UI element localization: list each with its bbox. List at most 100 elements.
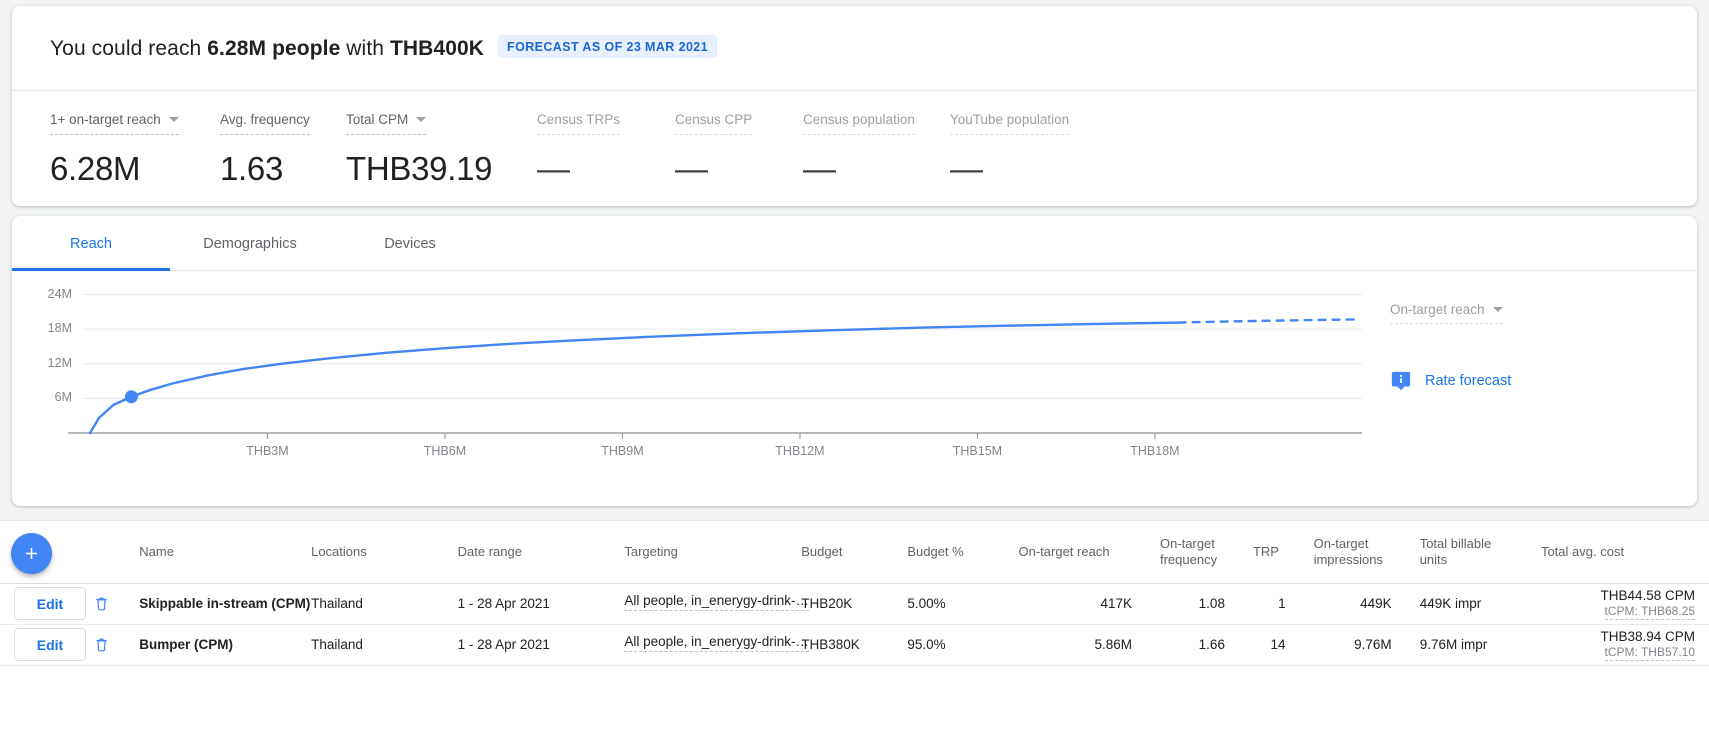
headline-prefix: You could reach <box>50 37 208 60</box>
cell-on-target-reach: 5.86M <box>1004 624 1146 666</box>
chart-tabs: Reach Demographics Devices <box>12 216 1697 271</box>
table-row: Edit Bumper (CPM) Thailand 1 - 28 Apr 2021 A… <box>0 624 1709 666</box>
delete-row-button[interactable] <box>87 589 117 619</box>
cell-budget: THB20K <box>787 583 894 625</box>
metrics-row: 1+ on-target reach 6.28M Avg. frequency 1.6… <box>12 91 1697 187</box>
edit-button-label: Edit <box>36 595 64 612</box>
metric-value: 1.63 <box>220 150 284 187</box>
x-axis-tick-label: THB3M <box>246 444 289 458</box>
reach-planner-page: You could reach 6.28M people with THB400… <box>0 0 1709 731</box>
table-header-row: Name Locations Date range Targeting Budg… <box>0 521 1709 584</box>
metric-label-wrap[interactable]: 1+ on-target reach <box>50 112 179 135</box>
cell-target-cpm: tCPM: THB68.25 <box>1604 603 1695 620</box>
tab-reach-label: Reach <box>70 235 112 252</box>
metric-label: Census TRPs <box>537 112 621 127</box>
edit-button[interactable]: Edit <box>14 628 86 661</box>
headline-budget-value: THB400K <box>389 37 485 60</box>
edit-button-label: Edit <box>36 636 64 653</box>
rate-forecast-label: Rate forecast <box>1425 373 1512 389</box>
col-trp: TRP <box>1238 521 1300 584</box>
col-on-target-impressions: On-target impressions <box>1299 521 1406 584</box>
tab-demographics-label: Demographics <box>203 235 297 252</box>
cell-targeting[interactable]: All people, in_enerygy-drink-… <box>624 593 809 611</box>
chart-metric-select[interactable]: On-target reach <box>1390 302 1503 324</box>
cell-budget: THB380K <box>787 624 894 666</box>
col-budget: Budget <box>787 521 894 584</box>
chevron-down-icon[interactable] <box>416 117 427 122</box>
cell-locations: Thailand <box>297 583 444 625</box>
summary-card: You could reach 6.28M people with THB400… <box>12 6 1697 206</box>
y-axis-tick-label: 18M <box>47 321 72 336</box>
edit-button[interactable]: Edit <box>14 587 86 620</box>
tab-reach[interactable]: Reach <box>12 216 170 271</box>
rate-forecast-button[interactable]: Rate forecast <box>1390 370 1690 392</box>
metric-census-population: Census population — <box>803 111 915 189</box>
metric-census-trps: Census TRPs — <box>537 111 621 189</box>
metric-label: Avg. frequency <box>220 112 310 127</box>
metric-value: — <box>950 150 983 187</box>
line-items-table-panel: Name Locations Date range Targeting Budg… <box>0 520 1709 731</box>
tab-demographics[interactable]: Demographics <box>170 216 330 271</box>
cell-total-avg-cost: THB44.58 CPM <box>1600 587 1695 603</box>
col-on-target-reach: On-target reach <box>1004 521 1146 584</box>
cell-date-range: 1 - 28 Apr 2021 <box>443 583 611 625</box>
metric-value: THB39.19 <box>346 150 493 187</box>
delete-row-button[interactable] <box>87 630 117 660</box>
col-locations: Locations <box>297 521 444 584</box>
metric-label-wrap: YouTube population <box>950 112 1070 135</box>
metric-label: 1+ on-target reach <box>50 112 161 127</box>
headline-middle: with <box>340 37 390 60</box>
cell-budget-pct: 95.0% <box>893 624 1005 666</box>
cell-on-target-impressions: 449K <box>1299 583 1406 625</box>
line-items-table: Name Locations Date range Targeting Budg… <box>0 521 1709 666</box>
trash-icon <box>96 597 108 611</box>
metric-total-cpm[interactable]: Total CPM THB39.19 <box>346 111 492 189</box>
cell-trp: 1 <box>1238 583 1300 625</box>
metric-value: — <box>537 150 570 187</box>
metric-label-wrap[interactable]: Total CPM <box>346 112 427 135</box>
tab-devices-label: Devices <box>384 235 436 252</box>
metric-label-wrap: Census CPP <box>675 112 753 135</box>
table-row: Edit Skippable in-stream (CPM) Thailand 1 -… <box>0 583 1709 625</box>
cell-budget-pct: 5.00% <box>893 583 1005 625</box>
col-total-avg-cost: Total avg. cost <box>1526 521 1709 584</box>
chart-side-panel: On-target reach Rate forecast <box>1390 301 1690 392</box>
col-total-billable-units: Total billable units <box>1405 521 1527 584</box>
x-axis-tick-label: THB12M <box>775 444 825 458</box>
feedback-icon <box>1390 370 1412 392</box>
reach-curve-svg <box>68 294 1362 439</box>
col-name: Name <box>125 521 298 584</box>
metric-value: — <box>675 150 708 187</box>
col-date-range: Date range <box>443 521 611 584</box>
add-line-item-button[interactable] <box>11 533 52 574</box>
reach-curve-chart: 6M 12M 18M 24M THB3M THB6M THB9M THB12M THB15M T… <box>12 271 1697 505</box>
metric-label-wrap: Avg. frequency <box>220 112 310 135</box>
x-axis-tick-label: THB18M <box>1130 444 1180 458</box>
cell-date-range: 1 - 28 Apr 2021 <box>443 624 611 666</box>
cell-targeting[interactable]: All people, in_enerygy-drink-… <box>624 634 809 652</box>
metric-label: Total CPM <box>346 112 409 127</box>
trash-icon <box>96 638 108 652</box>
metric-1-on-target-reach[interactable]: 1+ on-target reach 6.28M <box>50 111 179 189</box>
cell-total-billable-units: 449K impr <box>1405 583 1527 625</box>
metric-value: 6.28M <box>50 150 141 187</box>
col-targeting: Targeting <box>610 521 788 584</box>
metric-label-wrap: Census population <box>803 112 915 135</box>
chart-card: Reach Demographics Devices 6M 12M 18M 24M T… <box>12 216 1697 506</box>
chevron-down-icon <box>1492 307 1503 312</box>
metric-label-wrap: Census TRPs <box>537 112 621 135</box>
cell-name: Bumper (CPM) <box>139 637 234 652</box>
cell-on-target-impressions: 9.76M <box>1299 624 1406 666</box>
y-axis-tick-label: 6M <box>54 390 72 405</box>
x-axis-tick-label: THB15M <box>952 444 1003 458</box>
cell-total-billable-units: 9.76M impr <box>1405 624 1527 666</box>
metric-label: YouTube population <box>950 112 1070 127</box>
metric-label: Census population <box>803 112 915 127</box>
chevron-down-icon[interactable] <box>168 117 179 122</box>
col-budget-pct: Budget % <box>893 521 1005 584</box>
cell-trp: 14 <box>1238 624 1300 666</box>
cell-target-cpm: tCPM: THB57.10 <box>1604 644 1695 661</box>
x-axis-tick-label: THB9M <box>601 444 644 458</box>
cell-on-target-frequency: 1.66 <box>1145 624 1239 666</box>
tab-devices[interactable]: Devices <box>330 216 490 271</box>
